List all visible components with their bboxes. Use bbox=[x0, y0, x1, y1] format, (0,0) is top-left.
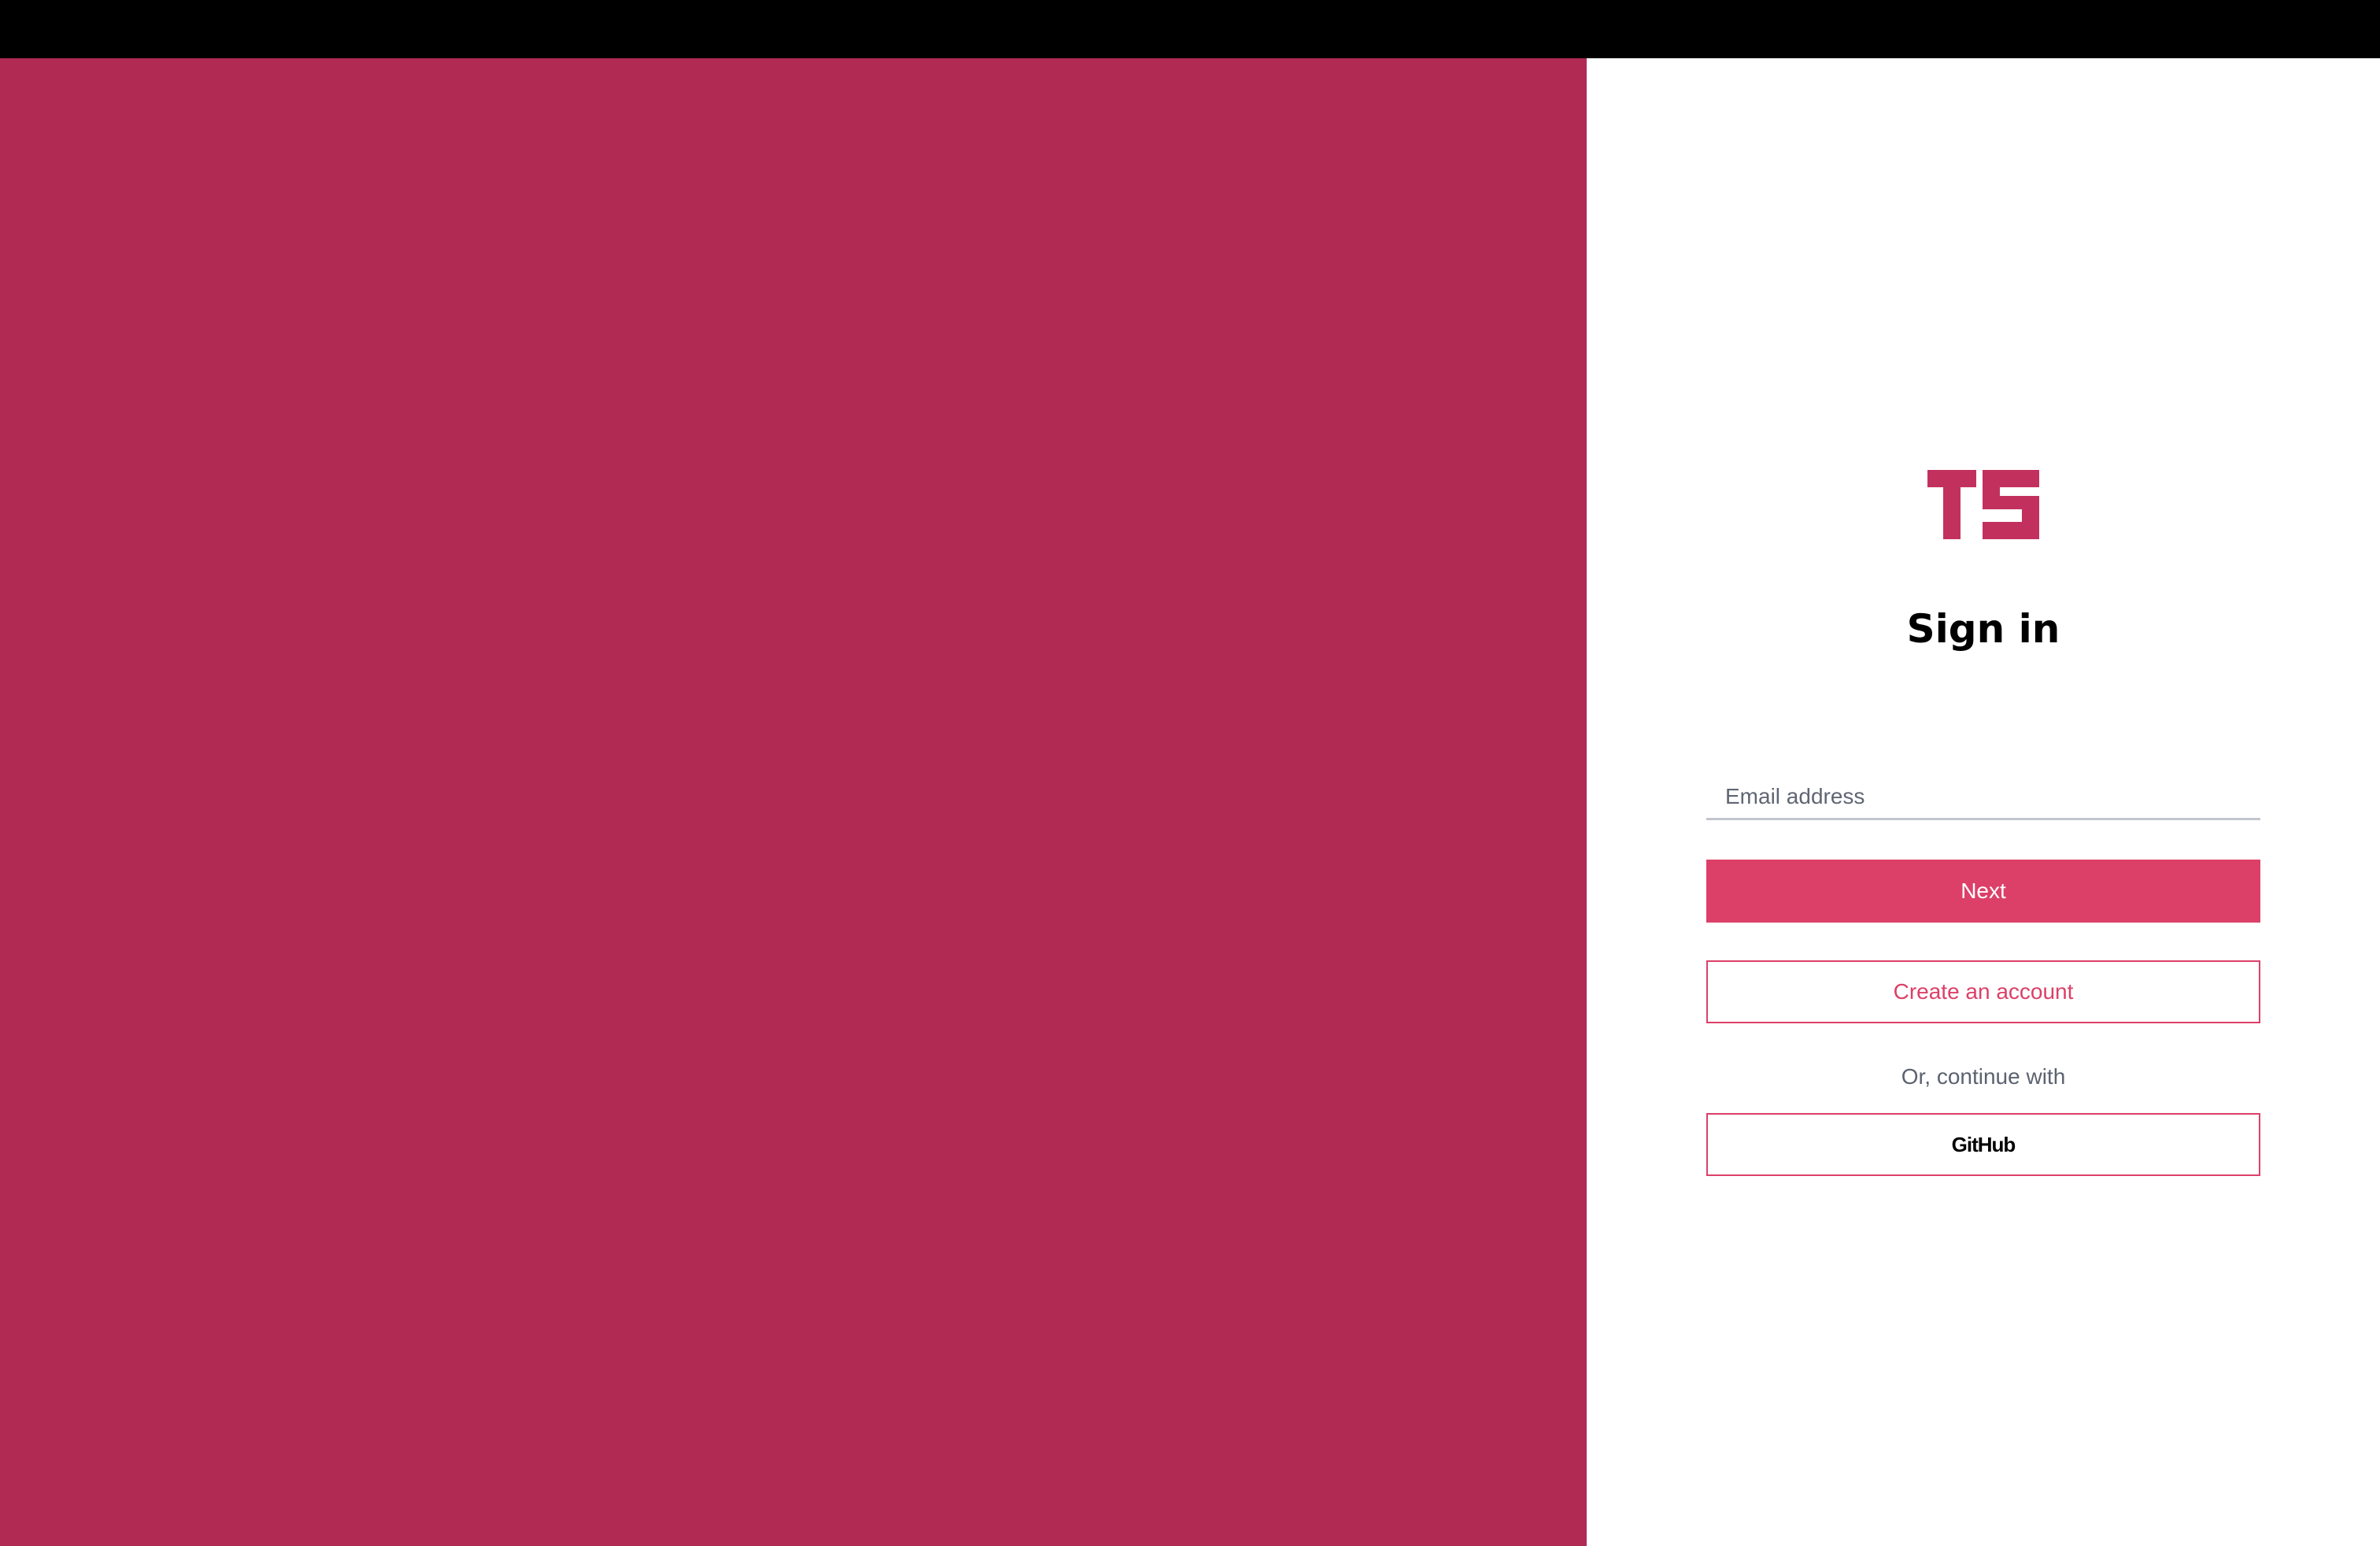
logo-s-bottom bbox=[1983, 522, 2039, 539]
browser-top-bar bbox=[0, 0, 2380, 58]
brand-panel bbox=[0, 58, 1587, 1546]
page-title: Sign in bbox=[1906, 606, 2060, 652]
github-signin-button[interactable]: GitHub bbox=[1706, 1113, 2260, 1176]
continue-with-label: Or, continue with bbox=[1901, 1064, 2066, 1089]
next-button[interactable]: Next bbox=[1706, 860, 2260, 923]
logo-t-stem bbox=[1943, 470, 1961, 539]
github-label: GitHub bbox=[1951, 1132, 2016, 1156]
email-field[interactable] bbox=[1706, 775, 2260, 820]
create-account-button[interactable]: Create an account bbox=[1706, 960, 2260, 1023]
ts-logo-icon bbox=[1927, 470, 2039, 539]
